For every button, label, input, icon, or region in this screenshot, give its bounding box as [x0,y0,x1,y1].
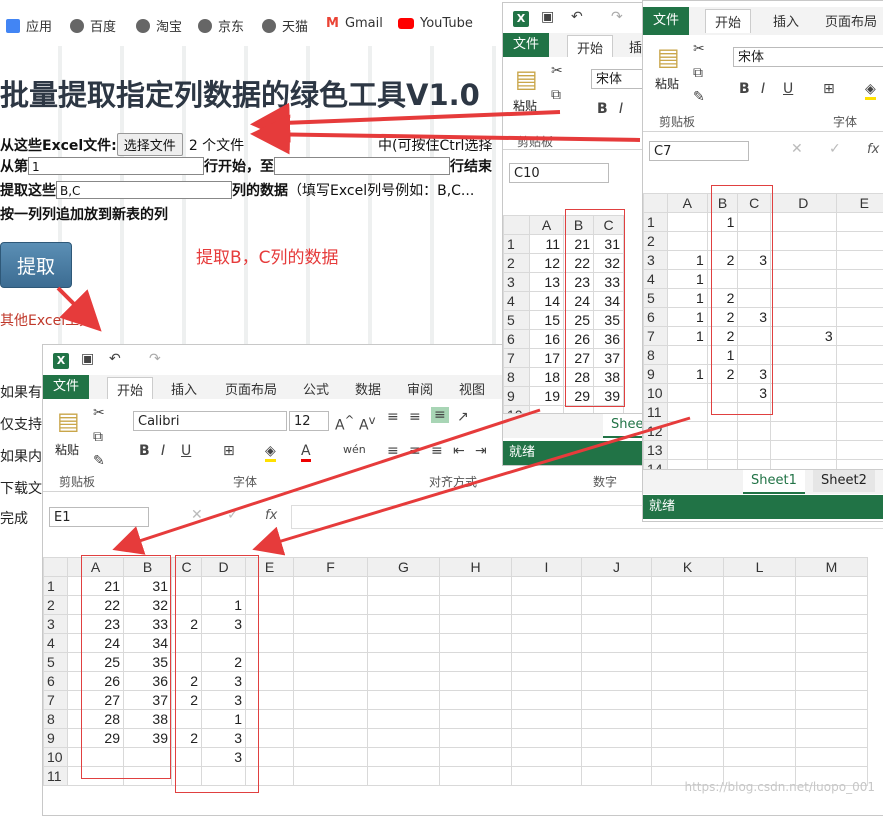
arrow-to-cd [258,418,690,548]
watermark: https://blog.csdn.net/luopo_001 [684,780,875,794]
arrow-button [58,288,96,326]
arrow-file2 [258,134,640,140]
annotation-arrows [0,0,883,806]
arrow-file1 [258,112,560,124]
